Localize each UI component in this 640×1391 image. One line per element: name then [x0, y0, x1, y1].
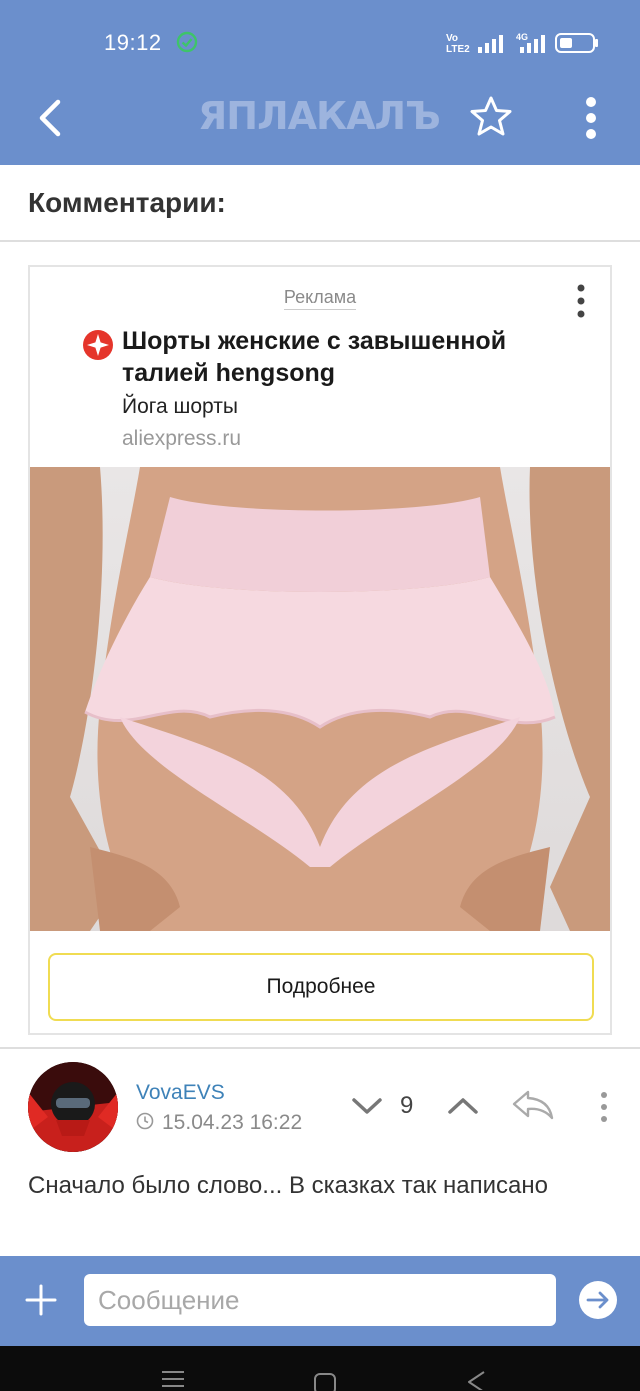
avatar[interactable]: [28, 1062, 118, 1152]
ad-card[interactable]: Реклама Шорты женские с завышенной талие…: [28, 265, 612, 1035]
add-attachment-icon[interactable]: [24, 1283, 58, 1317]
message-input[interactable]: [84, 1274, 556, 1326]
comment-author[interactable]: VovaEVS: [136, 1081, 225, 1105]
home-icon[interactable]: [312, 1372, 338, 1391]
divider: [0, 1047, 640, 1049]
svg-text:4G: 4G: [516, 32, 528, 42]
sync-check-icon: [176, 31, 198, 53]
app-header: ЯПЛАКАЛЪ: [0, 84, 640, 165]
ad-more-button[interactable]: Подробнее: [48, 953, 594, 1021]
volte-label: Vo: [446, 33, 458, 44]
comment-score: 9: [400, 1092, 414, 1119]
back-arrow-icon[interactable]: [30, 96, 70, 140]
svg-text:LTE2: LTE2: [446, 44, 470, 55]
clock-icon: [136, 1112, 154, 1130]
ad-domain: aliexpress.ru: [122, 427, 242, 450]
divider: [0, 240, 640, 242]
more-options-icon[interactable]: [576, 94, 606, 142]
reply-icon[interactable]: [510, 1088, 556, 1122]
ad-product-image[interactable]: [30, 467, 610, 931]
system-nav-bar: [0, 1346, 640, 1391]
network-status-icons: Vo LTE2 4G: [446, 32, 598, 55]
status-time: 19:12: [104, 30, 162, 55]
ad-menu-icon[interactable]: [568, 283, 594, 319]
send-icon[interactable]: [578, 1280, 618, 1320]
comment-menu-icon[interactable]: [596, 1090, 612, 1124]
recent-apps-icon[interactable]: [160, 1368, 186, 1388]
nav-back-icon[interactable]: [464, 1370, 490, 1390]
site-logo[interactable]: ЯПЛАКАЛЪ: [198, 94, 441, 138]
aliexpress-logo-icon: [83, 330, 113, 360]
top-bar: 19:12 Vo LTE2 4G ЯПЛАКАЛЪ: [0, 0, 640, 165]
comment-text: Сначало было слово... В сказках так напи…: [28, 1172, 548, 1199]
comment-date: 15.04.23 16:22: [162, 1111, 303, 1134]
star-icon[interactable]: [468, 94, 514, 140]
ad-label: Реклама: [30, 287, 610, 310]
vote-down-icon[interactable]: [350, 1092, 384, 1120]
message-bar: [0, 1256, 640, 1346]
status-bar: 19:12 Vo LTE2 4G: [0, 0, 640, 84]
ad-subtitle: Йога шорты: [122, 395, 238, 418]
ad-title[interactable]: Шорты женские с завышенной талией hengso…: [122, 325, 562, 389]
vote-up-icon[interactable]: [446, 1092, 480, 1120]
comments-heading: Комментарии:: [28, 187, 226, 218]
